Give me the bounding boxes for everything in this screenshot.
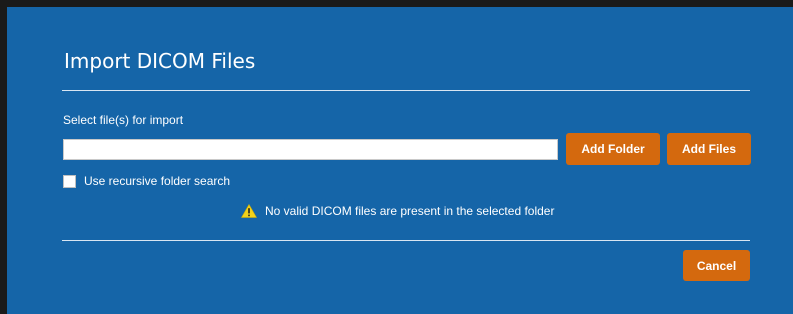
recursive-search-option[interactable]: Use recursive folder search <box>63 174 230 188</box>
title-divider <box>62 90 750 91</box>
dialog-title: Import DICOM Files <box>64 49 256 73</box>
footer-divider <box>62 240 750 241</box>
select-files-label: Select file(s) for import <box>63 113 184 127</box>
import-dicom-dialog: Import DICOM Files Select file(s) for im… <box>7 7 793 314</box>
warning-message: No valid DICOM files are present in the … <box>241 204 554 218</box>
recursive-search-checkbox[interactable] <box>63 174 76 188</box>
add-files-button[interactable]: Add Files <box>667 133 751 165</box>
window-left-edge <box>0 0 7 314</box>
warning-text: No valid DICOM files are present in the … <box>265 204 555 218</box>
file-path-input[interactable] <box>63 139 558 160</box>
warning-triangle-icon <box>241 204 257 218</box>
add-folder-button[interactable]: Add Folder <box>566 133 660 165</box>
cancel-button[interactable]: Cancel <box>683 250 750 281</box>
window-top-edge <box>0 0 793 7</box>
recursive-search-label: Use recursive folder search <box>84 174 231 188</box>
